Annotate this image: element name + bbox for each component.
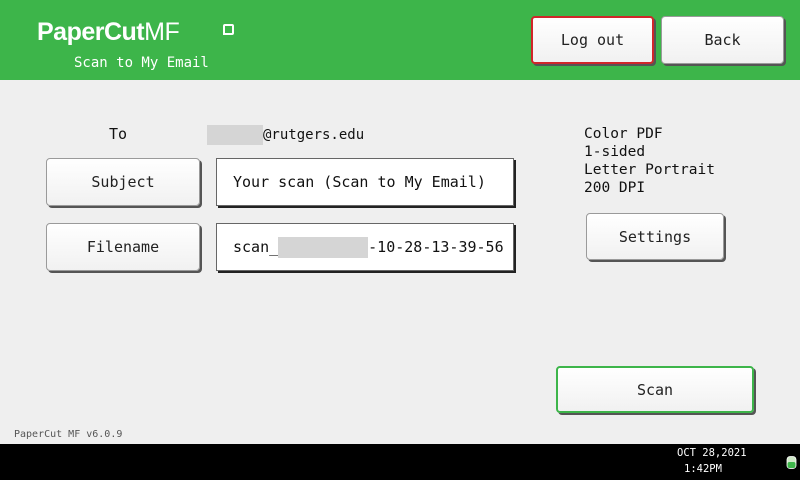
papercut-logo: PaperCutMF [37, 18, 234, 47]
status-bar: OCT 28,2021 1:42PM [0, 444, 800, 480]
paper-size: Letter Portrait [584, 162, 715, 178]
email-domain: @rutgers.edu [263, 127, 365, 143]
sides-mode: 1-sided [584, 144, 646, 160]
toner-status-icon [786, 456, 797, 469]
logout-button[interactable]: Log out [531, 16, 654, 64]
version-label: PaperCut MF v6.0.9 [14, 429, 123, 440]
scan-button[interactable]: Scan [556, 366, 754, 413]
scan-settings-summary: Color PDF 1-sided Letter Portrait 200 DP… [584, 125, 715, 197]
redacted-username [207, 125, 263, 145]
logo-text: PaperCut [37, 18, 145, 46]
header-bar: PaperCutMF Scan to My Email Log out Back [0, 0, 800, 80]
subject-field[interactable]: Your scan (Scan to My Email) [216, 158, 514, 206]
settings-button[interactable]: Settings [586, 213, 724, 260]
recipient-email: @rutgers.edu [207, 125, 364, 145]
filename-field[interactable]: scan_ -10-28-13-39-56 [216, 223, 514, 271]
subject-button[interactable]: Subject [46, 158, 200, 206]
page-subtitle: Scan to My Email [74, 55, 209, 71]
filename-button[interactable]: Filename [46, 223, 200, 271]
redacted-filename-part [278, 236, 369, 258]
filename-prefix: scan_ [233, 238, 279, 256]
status-time: 1:42PM [684, 463, 722, 475]
color-mode: Color PDF [584, 126, 663, 142]
status-date: OCT 28,2021 [677, 447, 747, 459]
logo-mf-text: MF [144, 18, 180, 46]
filename-suffix: -10-28-13-39-56 [368, 238, 504, 256]
back-button[interactable]: Back [661, 16, 784, 64]
papercut-logo-icon [223, 24, 234, 35]
to-label: To [109, 125, 128, 143]
resolution: 200 DPI [584, 180, 646, 196]
